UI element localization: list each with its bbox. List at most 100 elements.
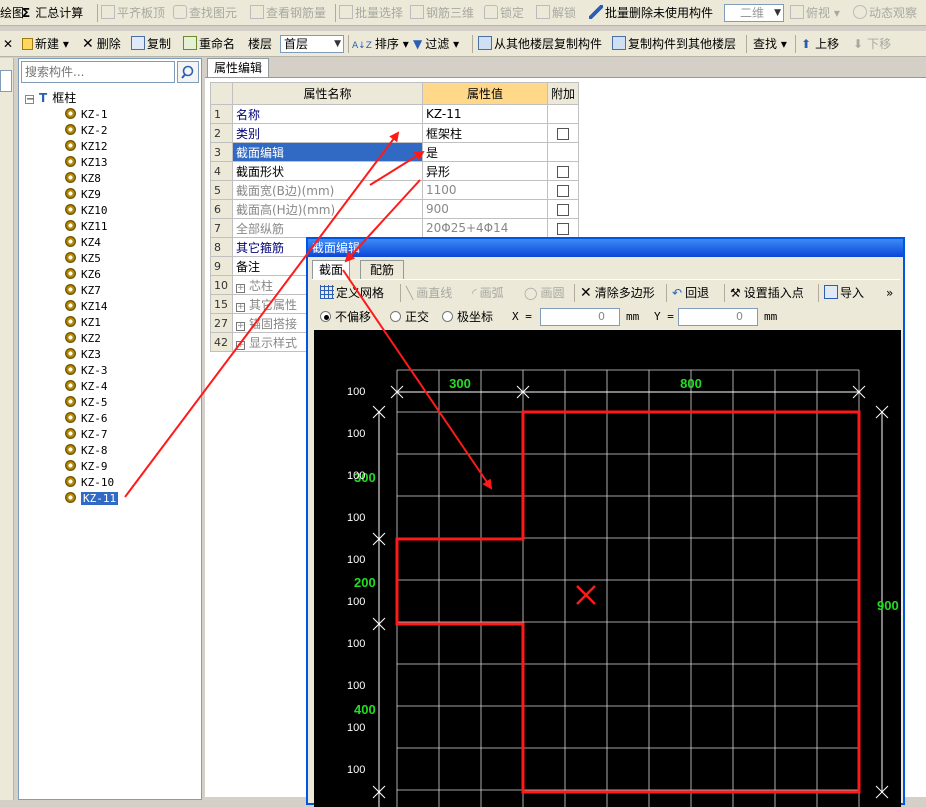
property-name[interactable]: 类别 — [232, 123, 423, 143]
tree-item[interactable]: KZ-8 — [65, 443, 108, 459]
property-value[interactable]: 20Φ25+4Φ14 — [422, 218, 548, 238]
property-row[interactable]: 4 截面形状 异形 — [210, 161, 580, 181]
tree-item[interactable]: KZ10 — [65, 203, 108, 219]
tree-item[interactable]: KZ12 — [65, 139, 108, 155]
mode-polar[interactable]: 极坐标 — [442, 308, 493, 326]
copy-to-other-floor-button[interactable]: 复制构件到其他楼层 — [612, 35, 736, 53]
copy-from-other-floor-button[interactable]: 从其他楼层复制构件 — [478, 35, 602, 53]
view-mode-select[interactable]: 二维 ▼ — [724, 4, 784, 22]
summary-calc-button[interactable]: Σ 汇总计算 — [22, 4, 83, 22]
dynamic-observe-button[interactable]: 动态观察 — [853, 4, 917, 22]
section-polygon[interactable] — [395, 410, 861, 794]
unlock-button[interactable]: 解锁 — [536, 4, 576, 22]
tree-root-frame-column[interactable]: − T 框柱 — [25, 90, 76, 106]
delete-button[interactable]: ✕ 删除 — [82, 35, 121, 53]
property-name[interactable]: 截面高(H边)(mm) — [232, 199, 423, 219]
dialog-title[interactable]: 截面编辑 — [308, 239, 903, 257]
tree-item[interactable]: KZ5 — [65, 251, 101, 267]
clear-polygon-button[interactable]: ✕ 清除多边形 — [580, 284, 655, 302]
expand-icon[interactable]: + — [236, 340, 245, 350]
property-value[interactable]: 异形 — [422, 161, 548, 181]
find-element-button[interactable]: 查找图元 — [173, 4, 237, 22]
property-name[interactable]: 截面编辑 — [232, 142, 423, 162]
property-value[interactable]: 是 — [422, 142, 548, 162]
align-slab-top-button[interactable]: 平齐板顶 — [101, 4, 165, 22]
property-row[interactable]: 6 截面高(H边)(mm) 900 — [210, 199, 580, 219]
tree-item[interactable]: KZ-9 — [65, 459, 108, 475]
expand-icon[interactable]: + — [236, 283, 245, 293]
undo-button[interactable]: ↶ 回退 — [672, 284, 709, 302]
tree-item[interactable]: KZ13 — [65, 155, 108, 171]
tree-item[interactable]: KZ-1 — [65, 107, 108, 123]
draw-line-button[interactable]: ╲ 画直线 — [406, 284, 452, 302]
mode-no-offset[interactable]: 不偏移 — [320, 308, 371, 326]
property-name[interactable]: 名称 — [232, 104, 423, 124]
property-value[interactable]: 框架柱 — [422, 123, 548, 143]
tree-item[interactable]: KZ9 — [65, 187, 101, 203]
property-row[interactable]: 7 全部纵筋 20Φ25+4Φ14 — [210, 218, 580, 238]
column-header-name[interactable]: 属性名称 — [232, 82, 423, 105]
expand-icon[interactable]: + — [236, 302, 245, 312]
tab-reinforcement[interactable]: 配筋 — [360, 260, 404, 279]
checkbox[interactable] — [557, 203, 569, 216]
tree-item[interactable]: KZ6 — [65, 267, 101, 283]
checkbox[interactable] — [557, 127, 569, 140]
new-button[interactable]: 新建 ▾ — [22, 35, 69, 53]
draw-circle-button[interactable]: ◯ 画圆 — [524, 284, 564, 302]
tree-item[interactable]: KZ2 — [65, 331, 101, 347]
property-value[interactable]: 900 — [422, 199, 548, 219]
x-input[interactable]: 0 — [540, 308, 620, 326]
search-input[interactable] — [21, 61, 175, 83]
batch-select-button[interactable]: 批量选择 — [339, 4, 403, 22]
search-button[interactable] — [177, 61, 199, 83]
property-row[interactable]: 1 名称 KZ-11 — [210, 104, 580, 124]
tree-item[interactable]: KZ-5 — [65, 395, 108, 411]
rebar-3d-button[interactable]: 钢筋三维 — [410, 4, 474, 22]
copy-button[interactable]: 复制 — [131, 35, 171, 53]
tree-item[interactable]: KZ-6 — [65, 411, 108, 427]
import-button[interactable]: 导入 — [824, 284, 864, 302]
checkbox[interactable] — [557, 184, 569, 197]
tree-item[interactable]: KZ4 — [65, 235, 101, 251]
rename-button[interactable]: 重命名 — [183, 35, 235, 53]
panel-close-button[interactable]: ✕ — [3, 35, 13, 53]
sort-button[interactable]: A↓Z 排序 ▾ — [352, 35, 409, 53]
draw-tab[interactable]: 绘图 — [0, 4, 24, 22]
y-input[interactable]: 0 — [678, 308, 758, 326]
find-button[interactable]: 查找 ▾ — [753, 35, 787, 53]
tab-section[interactable]: 截面 — [312, 260, 350, 279]
property-value[interactable]: KZ-11 — [422, 104, 548, 124]
tree-item[interactable]: KZ-2 — [65, 123, 108, 139]
top-view-button[interactable]: 俯视 ▾ — [790, 4, 840, 22]
property-name[interactable]: 全部纵筋 — [232, 218, 423, 238]
move-down-button[interactable]: ⬇ 下移 — [853, 35, 891, 53]
tree-item[interactable]: KZ-3 — [65, 363, 108, 379]
move-up-button[interactable]: ⬆ 上移 — [801, 35, 839, 53]
tree-item[interactable]: KZ7 — [65, 283, 101, 299]
side-panel-field[interactable] — [0, 70, 12, 92]
property-name[interactable]: 截面形状 — [232, 161, 423, 181]
more-tools-icon[interactable]: » — [886, 284, 893, 302]
property-row[interactable]: 3 截面编辑 是 — [210, 142, 580, 162]
section-drawing-canvas[interactable]: 300 800 300 200 400 900 100 100 100 100 100 1… — [314, 330, 901, 807]
mode-orthogonal[interactable]: 正交 — [390, 308, 429, 326]
tree-item[interactable]: KZ-11 — [65, 491, 119, 507]
tree-item[interactable]: KZ11 — [65, 219, 108, 235]
property-name[interactable]: 截面宽(B边)(mm) — [232, 180, 423, 200]
set-insert-point-button[interactable]: ⚒ 设置插入点 — [730, 284, 804, 302]
view-rebar-button[interactable]: 查看钢筋量 — [250, 4, 326, 22]
tree-item[interactable]: KZ14 — [65, 299, 108, 315]
column-header-extra[interactable]: 附加 — [546, 82, 580, 105]
checkbox[interactable] — [557, 165, 569, 178]
tab-property-edit[interactable]: 属性编辑 — [207, 58, 269, 78]
define-grid-button[interactable]: 定义网格 — [320, 284, 384, 302]
tree-item[interactable]: KZ-4 — [65, 379, 108, 395]
property-value[interactable]: 1100 — [422, 180, 548, 200]
lock-button[interactable]: 锁定 — [484, 4, 524, 22]
batch-delete-unused-button[interactable]: 批量删除未使用构件 — [589, 4, 713, 22]
property-row[interactable]: 2 类别 框架柱 — [210, 123, 580, 143]
filter-button[interactable]: ▼ 过滤 ▾ — [413, 35, 459, 53]
tree-item[interactable]: KZ8 — [65, 171, 101, 187]
expand-icon[interactable]: + — [236, 321, 245, 331]
column-header-value[interactable]: 属性值 — [422, 82, 548, 105]
